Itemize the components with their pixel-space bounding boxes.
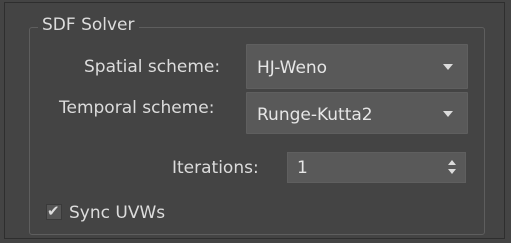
spin-up-arrow-icon[interactable] <box>448 160 456 165</box>
spatial-scheme-label: Spatial scheme: <box>84 57 221 77</box>
spatial-scheme-dropdown[interactable]: HJ-Weno <box>246 44 468 89</box>
sync-uvws-checkbox[interactable]: ✔ <box>46 202 62 220</box>
iterations-spinner[interactable]: 1 <box>287 152 466 183</box>
sync-uvws-label[interactable]: Sync UVWs <box>69 202 165 224</box>
group-title: SDF Solver <box>38 14 139 36</box>
chevron-down-icon <box>443 111 453 117</box>
chevron-down-icon <box>443 64 453 70</box>
temporal-scheme-label: Temporal scheme: <box>59 98 215 118</box>
temporal-scheme-dropdown[interactable]: Runge-Kutta2 <box>246 92 468 134</box>
temporal-scheme-value: Runge-Kutta2 <box>257 105 373 125</box>
iterations-value: 1 <box>297 158 308 178</box>
sdf-solver-panel: SDF Solver Spatial scheme: HJ-Weno Tempo… <box>0 0 511 243</box>
spatial-scheme-value: HJ-Weno <box>257 58 328 78</box>
iterations-label: Iterations: <box>172 158 259 178</box>
checkmark-icon: ✔ <box>47 202 60 220</box>
spin-down-arrow-icon[interactable] <box>448 169 456 174</box>
